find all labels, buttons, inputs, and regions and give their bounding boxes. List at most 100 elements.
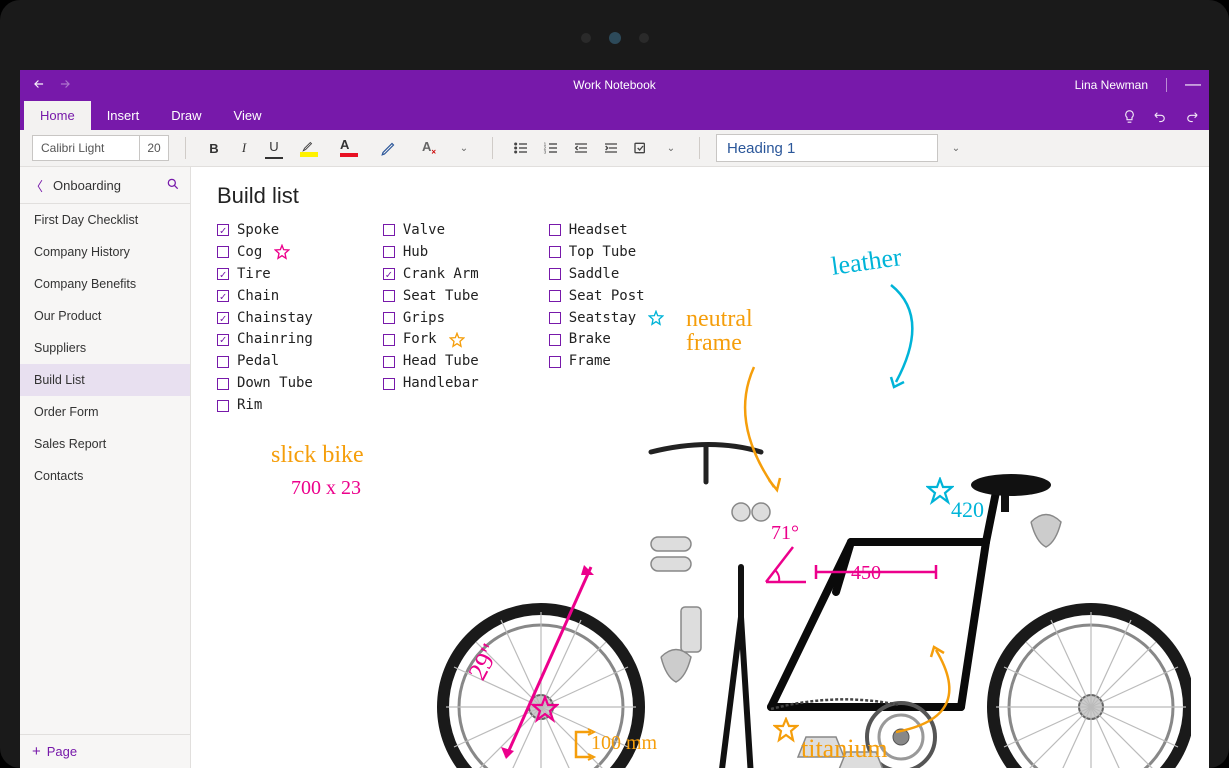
tab-home[interactable]: Home bbox=[24, 101, 91, 130]
ribbon-more-2[interactable]: ⌄ bbox=[659, 134, 683, 162]
minimize-button[interactable]: — bbox=[1185, 77, 1201, 93]
checklist-item[interactable]: Seat Tube bbox=[383, 287, 479, 306]
checklist-item[interactable]: Headset bbox=[549, 221, 664, 240]
checklist-item[interactable]: Seat Post bbox=[549, 287, 664, 306]
checkbox-icon[interactable] bbox=[383, 378, 395, 390]
clear-formatting-button[interactable]: A× bbox=[412, 134, 446, 162]
nav-forward-icon[interactable] bbox=[58, 77, 72, 94]
checkbox-icon[interactable] bbox=[217, 290, 229, 302]
undo-icon[interactable] bbox=[1153, 109, 1168, 124]
style-dropdown[interactable]: ⌄ bbox=[944, 134, 968, 162]
checkbox-icon[interactable] bbox=[383, 224, 395, 236]
font-color-button[interactable]: A bbox=[332, 134, 366, 162]
checklist-item-label: Seat Tube bbox=[403, 287, 479, 306]
checklist[interactable]: Spoke Cog Tire Chain Chainstay Chainring Pedal… bbox=[217, 221, 664, 415]
tab-view[interactable]: View bbox=[218, 101, 278, 130]
checkbox-icon[interactable] bbox=[383, 246, 395, 258]
checklist-item[interactable]: Chainring bbox=[217, 330, 313, 349]
checkbox-icon[interactable] bbox=[549, 290, 561, 302]
checklist-item[interactable]: Grips bbox=[383, 309, 479, 328]
checkbox-icon[interactable] bbox=[549, 268, 561, 280]
annotation-tire-size: 700 x 23 bbox=[291, 477, 361, 500]
divider bbox=[1166, 78, 1167, 92]
checklist-item[interactable]: Valve bbox=[383, 221, 479, 240]
checklist-item[interactable]: Head Tube bbox=[383, 352, 479, 371]
font-name-select[interactable]: Calibri Light bbox=[33, 136, 140, 160]
ribbon: Calibri Light 20 B I U A A× ⌄ bbox=[20, 130, 1209, 167]
checklist-item[interactable]: Saddle bbox=[549, 265, 664, 284]
checkbox-icon[interactable] bbox=[217, 224, 229, 236]
outdent-button[interactable] bbox=[569, 134, 593, 162]
lightbulb-icon[interactable] bbox=[1122, 109, 1137, 124]
nav-back-icon[interactable] bbox=[32, 77, 46, 94]
sidebar-page-item[interactable]: Order Form bbox=[20, 396, 190, 428]
page-title[interactable]: Build list bbox=[217, 183, 299, 209]
checkbox-icon[interactable] bbox=[217, 356, 229, 368]
tab-insert[interactable]: Insert bbox=[91, 101, 156, 130]
checkbox-icon[interactable] bbox=[217, 334, 229, 346]
checkbox-icon[interactable] bbox=[383, 356, 395, 368]
numbering-button[interactable]: 123 bbox=[539, 134, 563, 162]
checklist-item-label: Handlebar bbox=[403, 374, 479, 393]
checkbox-icon[interactable] bbox=[383, 268, 395, 280]
checklist-item[interactable]: Brake bbox=[549, 330, 664, 349]
tab-draw[interactable]: Draw bbox=[155, 101, 217, 130]
redo-icon[interactable] bbox=[1184, 109, 1199, 124]
checkbox-icon[interactable] bbox=[383, 334, 395, 346]
checklist-item[interactable]: Frame bbox=[549, 352, 664, 371]
sidebar-page-item[interactable]: Build List bbox=[20, 364, 190, 396]
annotation-leather-arrow-icon bbox=[861, 277, 961, 397]
checkbox-icon[interactable] bbox=[217, 400, 229, 412]
italic-button[interactable]: I bbox=[232, 134, 256, 162]
checkbox-icon[interactable] bbox=[549, 224, 561, 236]
underline-button[interactable]: U bbox=[262, 134, 286, 162]
sidebar-page-item[interactable]: First Day Checklist bbox=[20, 204, 190, 236]
sidebar-page-item[interactable]: Sales Report bbox=[20, 428, 190, 460]
checklist-item[interactable]: Rim bbox=[217, 396, 313, 415]
section-name[interactable]: Onboarding bbox=[53, 178, 156, 193]
checklist-item[interactable]: Pedal bbox=[217, 352, 313, 371]
checklist-item[interactable]: Crank Arm bbox=[383, 265, 479, 284]
checklist-item[interactable]: Handlebar bbox=[383, 374, 479, 393]
checklist-item[interactable]: Spoke bbox=[217, 221, 313, 240]
checkbox-icon[interactable] bbox=[217, 378, 229, 390]
ribbon-more-1[interactable]: ⌄ bbox=[452, 134, 476, 162]
sidebar-page-item[interactable]: Contacts bbox=[20, 460, 190, 492]
checklist-item[interactable]: Chain bbox=[217, 287, 313, 306]
sidebar-page-item[interactable]: Suppliers bbox=[20, 332, 190, 364]
checklist-item[interactable]: Tire bbox=[217, 265, 313, 284]
checklist-item[interactable]: Cog bbox=[217, 243, 313, 262]
checklist-item[interactable]: Hub bbox=[383, 243, 479, 262]
font-size-select[interactable]: 20 bbox=[140, 136, 168, 160]
pen-color-button[interactable] bbox=[372, 134, 406, 162]
checkbox-icon[interactable] bbox=[383, 312, 395, 324]
username-label[interactable]: Lina Newman bbox=[1075, 78, 1148, 92]
bold-button[interactable]: B bbox=[202, 134, 226, 162]
style-select[interactable]: Heading 1 bbox=[716, 134, 938, 162]
checkbox-icon[interactable] bbox=[217, 312, 229, 324]
checkbox-icon[interactable] bbox=[217, 268, 229, 280]
checklist-item[interactable]: Seatstay bbox=[549, 309, 664, 328]
page-canvas[interactable]: Build list Spoke Cog Tire Chain Chainstay Cha… bbox=[191, 167, 1209, 768]
checklist-item[interactable]: Top Tube bbox=[549, 243, 664, 262]
search-icon[interactable] bbox=[166, 177, 180, 194]
bullets-button[interactable] bbox=[509, 134, 533, 162]
checkbox-icon[interactable] bbox=[383, 290, 395, 302]
add-page-button[interactable]: + Page bbox=[20, 734, 190, 768]
checklist-item[interactable]: Down Tube bbox=[217, 374, 313, 393]
checkbox-icon[interactable] bbox=[549, 356, 561, 368]
todo-button[interactable] bbox=[629, 134, 653, 162]
section-back-button[interactable]: 〈 bbox=[30, 176, 43, 195]
checkbox-icon[interactable] bbox=[549, 334, 561, 346]
indent-button[interactable] bbox=[599, 134, 623, 162]
font-picker[interactable]: Calibri Light 20 bbox=[32, 135, 169, 161]
sidebar-page-item[interactable]: Our Product bbox=[20, 300, 190, 332]
highlight-button[interactable] bbox=[292, 134, 326, 162]
checkbox-icon[interactable] bbox=[549, 312, 561, 324]
sidebar-page-item[interactable]: Company Benefits bbox=[20, 268, 190, 300]
checklist-item[interactable]: Fork bbox=[383, 330, 479, 349]
sidebar-page-item[interactable]: Company History bbox=[20, 236, 190, 268]
checklist-item[interactable]: Chainstay bbox=[217, 309, 313, 328]
checkbox-icon[interactable] bbox=[217, 246, 229, 258]
checkbox-icon[interactable] bbox=[549, 246, 561, 258]
